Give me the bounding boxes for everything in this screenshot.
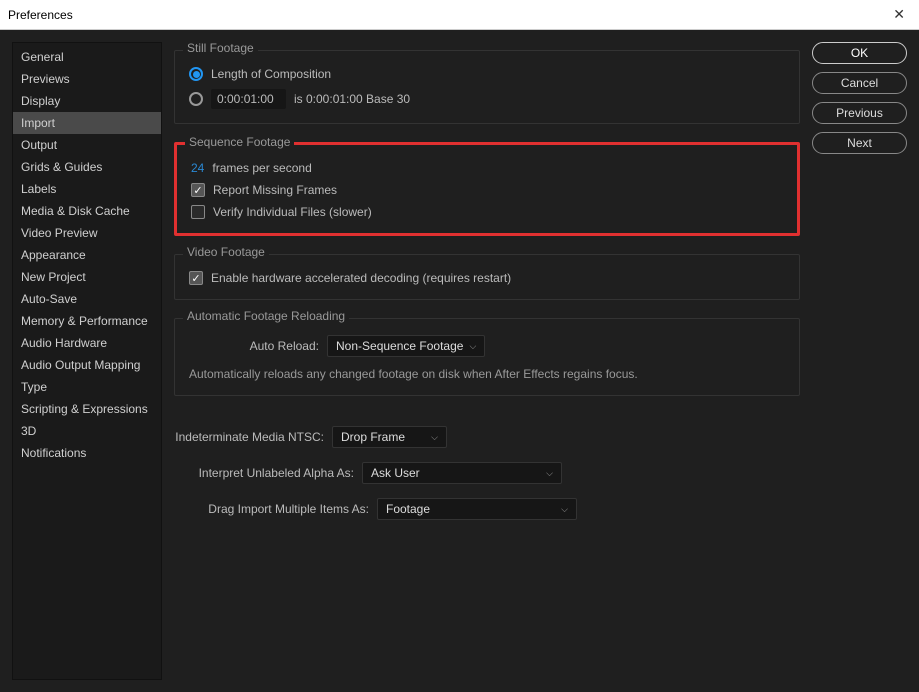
sidebar-item-general[interactable]: General [13,46,161,68]
sidebar-item-scripting-expressions[interactable]: Scripting & Expressions [13,398,161,420]
sidebar-item-output[interactable]: Output [13,134,161,156]
preferences-dialog: Preferences ✕ GeneralPreviewsDisplayImpo… [0,0,919,692]
misc-dropdowns: Indeterminate Media NTSC: Drop Frame ⌵ I… [174,412,800,520]
radio-length-label: Length of Composition [211,67,331,81]
dialog-title: Preferences [8,8,73,22]
chevron-down-icon: ⌵ [431,432,438,443]
sidebar-item-audio-output-mapping[interactable]: Audio Output Mapping [13,354,161,376]
drag-import-select[interactable]: Footage ⌵ [377,498,577,520]
sidebar-item-3d[interactable]: 3D [13,420,161,442]
alpha-value: Ask User [371,466,420,480]
hardware-decoding-label: Enable hardware accelerated decoding (re… [211,271,511,285]
sidebar-item-grids-guides[interactable]: Grids & Guides [13,156,161,178]
sidebar-item-video-preview[interactable]: Video Preview [13,222,161,244]
ok-button[interactable]: OK [812,42,907,64]
auto-reload-note: Automatically reloads any changed footag… [189,367,785,381]
auto-reloading-section: Automatic Footage Reloading Auto Reload:… [174,318,800,396]
auto-reloading-legend: Automatic Footage Reloading [183,309,349,323]
radio-custom-length[interactable] [189,92,203,106]
checkbox-report-missing-frames[interactable]: ✓ [191,183,205,197]
dialog-buttons: OK Cancel Previous Next [812,42,907,680]
checkbox-verify-individual-files[interactable] [191,205,205,219]
checkbox-hardware-decoding[interactable]: ✓ [189,271,203,285]
sidebar-item-labels[interactable]: Labels [13,178,161,200]
auto-reload-label: Auto Reload: [189,339,319,353]
still-footage-section: Still Footage Length of Composition 0:00… [174,50,800,124]
sidebar-item-notifications[interactable]: Notifications [13,442,161,464]
auto-reload-value: Non-Sequence Footage [336,339,463,353]
sequence-footage-legend: Sequence Footage [185,135,294,149]
sidebar-item-import[interactable]: Import [13,112,161,134]
sidebar-item-previews[interactable]: Previews [13,68,161,90]
previous-button[interactable]: Previous [812,102,907,124]
duration-input[interactable]: 0:00:01:00 [211,89,286,109]
preferences-sidebar: GeneralPreviewsDisplayImportOutputGrids … [12,42,162,680]
video-footage-legend: Video Footage [183,245,269,259]
fps-value[interactable]: 24 [191,161,204,175]
chevron-down-icon: ⌵ [546,468,553,479]
sidebar-item-display[interactable]: Display [13,90,161,112]
chevron-down-icon: ⌵ [561,504,568,515]
content-area: GeneralPreviewsDisplayImportOutputGrids … [0,30,919,692]
preferences-main: Still Footage Length of Composition 0:00… [174,42,800,680]
sidebar-item-auto-save[interactable]: Auto-Save [13,288,161,310]
video-footage-section: Video Footage ✓ Enable hardware accelera… [174,254,800,300]
ntsc-select[interactable]: Drop Frame ⌵ [332,426,447,448]
report-missing-frames-label: Report Missing Frames [213,183,337,197]
radio-length-of-composition[interactable] [189,67,203,81]
next-button[interactable]: Next [812,132,907,154]
verify-individual-files-label: Verify Individual Files (slower) [213,205,372,219]
sequence-footage-section: Sequence Footage 24 frames per second ✓ … [174,142,800,236]
duration-suffix-label: is 0:00:01:00 Base 30 [294,92,410,106]
drag-import-value: Footage [386,502,430,516]
sidebar-item-appearance[interactable]: Appearance [13,244,161,266]
auto-reload-select[interactable]: Non-Sequence Footage ⌵ [327,335,485,357]
alpha-label: Interpret Unlabeled Alpha As: [174,466,354,480]
ntsc-label: Indeterminate Media NTSC: [174,430,324,444]
cancel-button[interactable]: Cancel [812,72,907,94]
sidebar-item-audio-hardware[interactable]: Audio Hardware [13,332,161,354]
sidebar-item-media-disk-cache[interactable]: Media & Disk Cache [13,200,161,222]
titlebar: Preferences ✕ [0,0,919,30]
alpha-select[interactable]: Ask User ⌵ [362,462,562,484]
sidebar-item-new-project[interactable]: New Project [13,266,161,288]
sidebar-item-memory-performance[interactable]: Memory & Performance [13,310,161,332]
drag-import-label: Drag Import Multiple Items As: [174,502,369,516]
chevron-down-icon: ⌵ [469,341,476,352]
fps-label: frames per second [212,161,311,175]
sidebar-item-type[interactable]: Type [13,376,161,398]
still-footage-legend: Still Footage [183,41,258,55]
close-icon[interactable]: ✕ [887,4,911,25]
ntsc-value: Drop Frame [341,430,405,444]
